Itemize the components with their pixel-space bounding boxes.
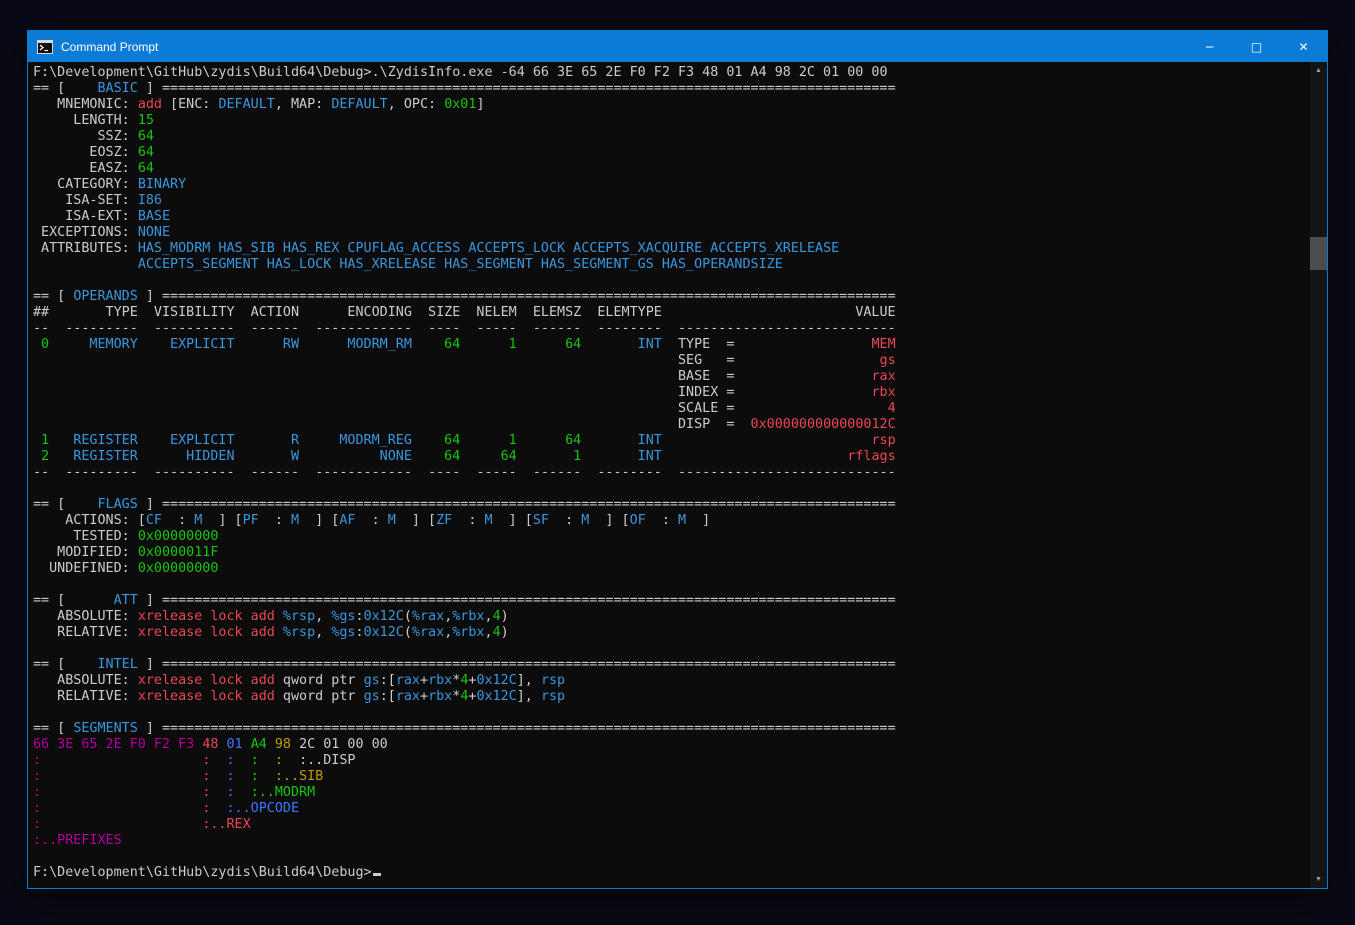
scroll-down-icon: ▼ xyxy=(1315,876,1322,883)
minimize-icon: ─ xyxy=(1206,40,1213,54)
terminal-line xyxy=(33,481,1307,497)
window-controls: ─ □ ✕ xyxy=(1186,31,1327,62)
terminal-line: ACTIONS: [CF : M ] [PF : M ] [AF : M ] [… xyxy=(33,513,1307,529)
terminal-line: ATTRIBUTES: HAS_MODRM HAS_SIB HAS_REX CP… xyxy=(33,241,1307,257)
terminal-line: == [ ATT ] =============================… xyxy=(33,593,1307,609)
terminal-line: RELATIVE: xrelease lock add %rsp, %gs:0x… xyxy=(33,625,1307,641)
terminal-line: MNEMONIC: add [ENC: DEFAULT, MAP: DEFAUL… xyxy=(33,97,1307,113)
terminal-line: EXCEPTIONS: NONE xyxy=(33,225,1307,241)
terminal-line: : :..REX xyxy=(33,817,1307,833)
command-prompt-window: Command Prompt ─ □ ✕ F:\Development\GitH… xyxy=(27,30,1328,889)
terminal-line: : : : : : :..DISP xyxy=(33,753,1307,769)
terminal-line: 1 REGISTER EXPLICIT R MODRM_REG 64 1 64 … xyxy=(33,433,1307,449)
terminal-line: ABSOLUTE: xrelease lock add qword ptr gs… xyxy=(33,673,1307,689)
terminal-line: ABSOLUTE: xrelease lock add %rsp, %gs:0x… xyxy=(33,609,1307,625)
console-area[interactable]: F:\Development\GitHub\zydis\Build64\Debu… xyxy=(28,62,1327,888)
terminal-line: UNDEFINED: 0x00000000 xyxy=(33,561,1307,577)
terminal-line: -- --------- ---------- ------ ---------… xyxy=(33,321,1307,337)
terminal-line: 66 3E 65 2E F0 F2 F3 48 01 A4 98 2C 01 0… xyxy=(33,737,1307,753)
terminal-line: ISA-EXT: BASE xyxy=(33,209,1307,225)
terminal-line: ## TYPE VISIBILITY ACTION ENCODING SIZE … xyxy=(33,305,1307,321)
terminal-line: MODIFIED: 0x0000011F xyxy=(33,545,1307,561)
terminal-line: :..PREFIXES xyxy=(33,833,1307,849)
terminal-line: == [ INTEL ] ===========================… xyxy=(33,657,1307,673)
close-button[interactable]: ✕ xyxy=(1280,31,1327,62)
terminal-line: -- --------- ---------- ------ ---------… xyxy=(33,465,1307,481)
terminal-line: 2 REGISTER HIDDEN W NONE 64 64 1 INT rfl… xyxy=(33,449,1307,465)
terminal-line: BASE = rax xyxy=(33,369,1307,385)
terminal-line: RELATIVE: xrelease lock add qword ptr gs… xyxy=(33,689,1307,705)
scroll-down-button[interactable]: ▼ xyxy=(1310,871,1327,888)
terminal-line xyxy=(33,849,1307,865)
terminal-line: F:\Development\GitHub\zydis\Build64\Debu… xyxy=(33,65,1307,81)
cmd-icon[interactable] xyxy=(37,40,53,54)
maximize-icon: □ xyxy=(1251,40,1262,54)
maximize-button[interactable]: □ xyxy=(1233,31,1280,62)
terminal-line: : : : :..MODRM xyxy=(33,785,1307,801)
terminal-line: DISP = 0x000000000000012C xyxy=(33,417,1307,433)
terminal-line xyxy=(33,705,1307,721)
terminal-line: F:\Development\GitHub\zydis\Build64\Debu… xyxy=(33,865,1307,881)
terminal-line: == [ SEGMENTS ] ========================… xyxy=(33,721,1307,737)
terminal-line: INDEX = rbx xyxy=(33,385,1307,401)
terminal-line: LENGTH: 15 xyxy=(33,113,1307,129)
terminal-line xyxy=(33,641,1307,657)
scrollbar[interactable]: ▲ ▼ xyxy=(1310,62,1327,888)
terminal-line: : : :..OPCODE xyxy=(33,801,1307,817)
terminal-line: ACCEPTS_SEGMENT HAS_LOCK HAS_XRELEASE HA… xyxy=(33,257,1307,273)
terminal-line: CATEGORY: BINARY xyxy=(33,177,1307,193)
terminal-line: ISA-SET: I86 xyxy=(33,193,1307,209)
terminal-line: EOSZ: 64 xyxy=(33,145,1307,161)
terminal-line xyxy=(33,273,1307,289)
scroll-up-icon: ▲ xyxy=(1315,67,1322,74)
terminal-line: : : : : :..SIB xyxy=(33,769,1307,785)
terminal-line: == [ OPERANDS ] ========================… xyxy=(33,289,1307,305)
close-icon: ✕ xyxy=(1298,40,1308,54)
minimize-button[interactable]: ─ xyxy=(1186,31,1233,62)
terminal-line: == [ FLAGS ] ===========================… xyxy=(33,497,1307,513)
terminal-line: EASZ: 64 xyxy=(33,161,1307,177)
scrollbar-thumb[interactable] xyxy=(1310,237,1327,270)
window-title: Command Prompt xyxy=(61,40,158,54)
terminal-line: SSZ: 64 xyxy=(33,129,1307,145)
terminal-line: == [ BASIC ] ===========================… xyxy=(33,81,1307,97)
terminal-line: SEG = gs xyxy=(33,353,1307,369)
terminal-line: 0 MEMORY EXPLICIT RW MODRM_RM 64 1 64 IN… xyxy=(33,337,1307,353)
scroll-up-button[interactable]: ▲ xyxy=(1310,62,1327,79)
title-bar[interactable]: Command Prompt ─ □ ✕ xyxy=(28,31,1327,62)
terminal-line: TESTED: 0x00000000 xyxy=(33,529,1307,545)
terminal-line xyxy=(33,577,1307,593)
terminal-output: F:\Development\GitHub\zydis\Build64\Debu… xyxy=(28,62,1327,881)
terminal-line: SCALE = 4 xyxy=(33,401,1307,417)
